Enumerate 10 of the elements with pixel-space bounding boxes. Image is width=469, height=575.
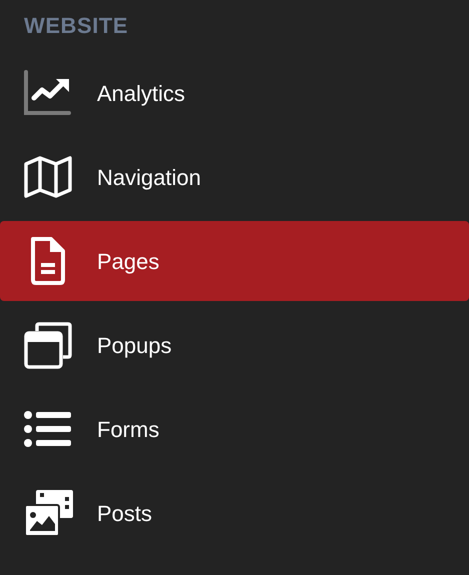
windows-icon [23,320,73,370]
nav-item[interactable]: Navigation [0,137,469,217]
nav-item[interactable]: Analytics [0,53,469,133]
nav-item[interactable]: Posts [0,473,469,553]
nav-item[interactable]: Pages [0,221,469,301]
nav-item[interactable]: Popups [0,305,469,385]
nav-item[interactable]: Forms [0,389,469,469]
images-icon [23,488,73,538]
line-chart-icon [23,68,73,118]
section-heading: WEBSITE [23,12,130,40]
